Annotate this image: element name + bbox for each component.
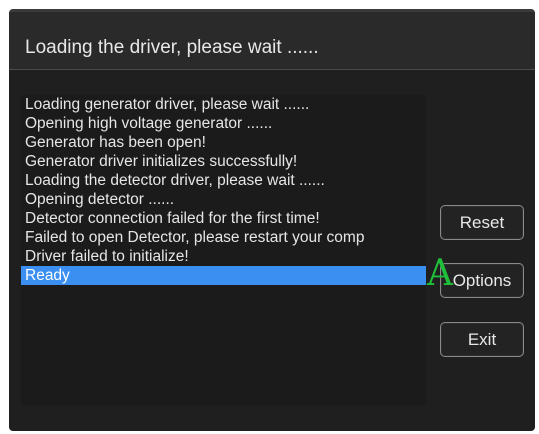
log-line[interactable]: Loading the detector driver, please wait…	[21, 171, 426, 190]
annotation-marker: A	[427, 253, 453, 294]
log-line[interactable]: Opening high voltage generator ......	[21, 114, 426, 133]
log-line[interactable]: Opening detector ......	[21, 190, 426, 209]
exit-button[interactable]: Exit	[440, 322, 524, 357]
log-line[interactable]: Loading generator driver, please wait ..…	[21, 95, 426, 114]
log-line[interactable]: Detector connection failed for the first…	[21, 209, 426, 228]
log-line[interactable]: Generator has been open!	[21, 133, 426, 152]
dialog-header: Loading the driver, please wait ......	[9, 12, 535, 70]
driver-loading-dialog: Loading the driver, please wait ...... L…	[9, 9, 535, 431]
log-line[interactable]: Failed to open Detector, please restart …	[21, 228, 426, 247]
log-line[interactable]: Driver failed to initialize!	[21, 247, 426, 266]
log-line[interactable]: Generator driver initializes successfull…	[21, 152, 426, 171]
reset-button[interactable]: Reset	[440, 205, 524, 240]
log-line-selected[interactable]: Ready	[21, 266, 426, 285]
dialog-title: Loading the driver, please wait ......	[25, 37, 319, 58]
log-list[interactable]: Loading generator driver, please wait ..…	[21, 95, 426, 405]
